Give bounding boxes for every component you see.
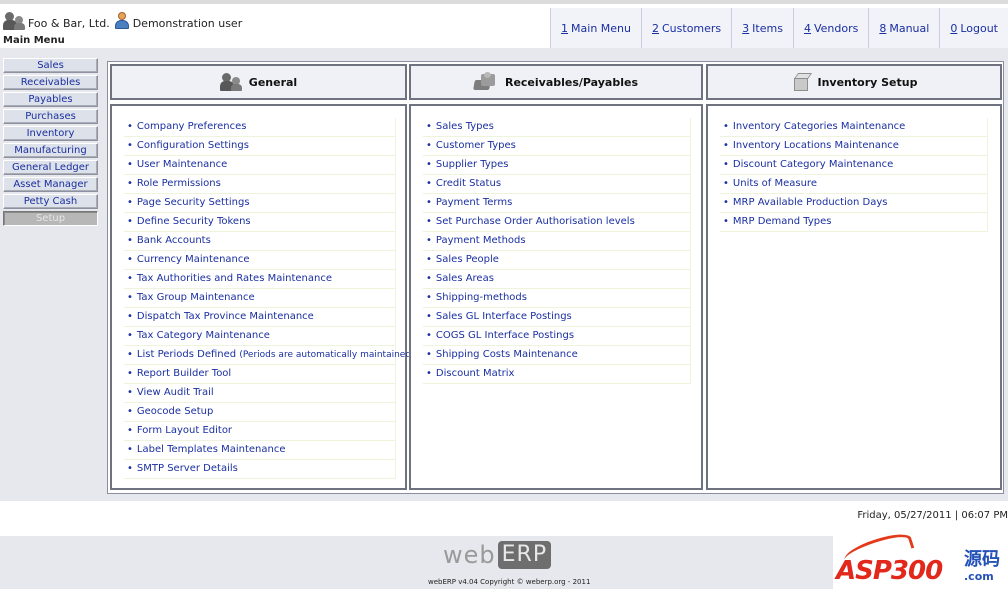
link-mrp-production-days[interactable]: • MRP Available Production Days	[720, 194, 988, 213]
link-units-of-measure[interactable]: • Units of Measure	[720, 175, 988, 194]
weberp-logo[interactable]: web ERP	[443, 540, 565, 570]
section-body-general: • Company Preferences • Configuration Sett…	[110, 104, 415, 490]
link-mrp-demand-types[interactable]: • MRP Demand Types	[720, 213, 988, 232]
link-shipping-costs[interactable]: • Shipping Costs Maintenance	[423, 346, 691, 365]
page-title: Main Menu	[3, 35, 65, 46]
sidebar-item-payables[interactable]: Payables	[3, 92, 98, 107]
link-supplier-types[interactable]: • Supplier Types	[423, 156, 691, 175]
watermark-cn: 源码	[964, 549, 1000, 570]
sidebar-item-setup[interactable]: Setup	[3, 211, 98, 226]
link-list-inventory-setup: • Inventory Categories Maintenance • Inven…	[720, 118, 988, 232]
section-body-receivables-payables: • Sales Types • Customer Types • Supplier T…	[409, 104, 703, 490]
link-view-audit-trail[interactable]: • View Audit Trail	[124, 384, 396, 403]
link-shipping-methods[interactable]: • Shipping-methods	[423, 289, 691, 308]
periods-note: (Periods are automatically maintained)	[239, 350, 415, 360]
link-sales-people[interactable]: • Sales People	[423, 251, 691, 270]
link-discount-matrix[interactable]: • Discount Matrix	[423, 365, 691, 384]
link-po-authorisation-levels[interactable]: • Set Purchase Order Authorisation levels	[423, 213, 691, 232]
header: Foo & Bar, Ltd. Demonstration user Main …	[0, 4, 1008, 48]
link-dispatch-tax-province[interactable]: • Dispatch Tax Province Maintenance	[124, 308, 396, 327]
nav-vendors[interactable]: 4 Vendors	[792, 8, 869, 48]
nav-main-menu[interactable]: 1 Main Menu	[550, 8, 641, 48]
link-tax-authorities[interactable]: • Tax Authorities and Rates Maintenance	[124, 270, 396, 289]
sidebar-item-general-ledger[interactable]: General Ledger	[3, 160, 98, 175]
link-tax-group-maintenance[interactable]: • Tax Group Maintenance	[124, 289, 396, 308]
sidebar-item-manufacturing[interactable]: Manufacturing	[3, 143, 98, 158]
footer-datetime: Friday, 05/27/2011 | 06:07 PM	[857, 510, 1008, 521]
nav-customers[interactable]: 2 Customers	[641, 8, 732, 48]
link-inventory-categories[interactable]: • Inventory Categories Maintenance	[720, 118, 988, 137]
section-title-general: General	[248, 75, 298, 89]
asp300-watermark: ASP300 源码 .com	[833, 528, 1008, 589]
link-page-security-settings[interactable]: • Page Security Settings	[124, 194, 396, 213]
link-currency-maintenance[interactable]: • Currency Maintenance	[124, 251, 396, 270]
link-discount-category[interactable]: • Discount Category Maintenance	[720, 156, 988, 175]
link-role-permissions[interactable]: • Role Permissions	[124, 175, 396, 194]
link-payment-terms[interactable]: • Payment Terms	[423, 194, 691, 213]
user-icon	[114, 12, 129, 30]
link-report-builder-tool[interactable]: • Report Builder Tool	[124, 365, 396, 384]
watermark-text: ASP300	[836, 556, 943, 586]
section-body-inventory-setup: • Inventory Categories Maintenance • Inven…	[706, 104, 1002, 490]
section-header-inventory-setup: Inventory Setup	[706, 64, 1002, 100]
people-icon	[219, 73, 242, 91]
sidebar-item-asset-manager[interactable]: Asset Manager	[3, 177, 98, 192]
section-title-receivables-payables: Receivables/Payables	[504, 75, 639, 89]
link-list-receivables-payables: • Sales Types • Customer Types • Supplier T…	[423, 118, 691, 384]
sidebar-item-sales[interactable]: Sales	[3, 58, 98, 73]
box-icon	[791, 72, 812, 92]
watermark-domain: .com	[964, 570, 994, 583]
sidebar: Sales Receivables Payables Purchases Inv…	[0, 56, 102, 501]
section-title-inventory-setup: Inventory Setup	[817, 75, 918, 89]
section-header-receivables-payables: Receivables/Payables	[409, 64, 703, 100]
sidebar-item-receivables[interactable]: Receivables	[3, 75, 98, 90]
nav-manual[interactable]: 8 Manual	[868, 8, 940, 48]
link-geocode-setup[interactable]: • Geocode Setup	[124, 403, 396, 422]
link-configuration-settings[interactable]: • Configuration Settings	[124, 137, 396, 156]
link-tax-category-maintenance[interactable]: • Tax Category Maintenance	[124, 327, 396, 346]
link-sales-types[interactable]: • Sales Types	[423, 118, 691, 137]
sidebar-item-purchases[interactable]: Purchases	[3, 109, 98, 124]
link-inventory-locations[interactable]: • Inventory Locations Maintenance	[720, 137, 988, 156]
link-form-layout-editor[interactable]: • Form Layout Editor	[124, 422, 396, 441]
link-cogs-gl-postings[interactable]: • COGS GL Interface Postings	[423, 327, 691, 346]
link-credit-status[interactable]: • Credit Status	[423, 175, 691, 194]
footer-copyright: webERP v4.04 Copyright © weberp.org - 20…	[428, 578, 591, 586]
link-bank-accounts[interactable]: • Bank Accounts	[124, 232, 396, 251]
link-list-general: • Company Preferences • Configuration Sett…	[124, 118, 415, 479]
section-header-general: General	[110, 64, 407, 100]
link-user-maintenance[interactable]: • User Maintenance	[124, 156, 396, 175]
link-sales-gl-postings[interactable]: • Sales GL Interface Postings	[423, 308, 691, 327]
user-name: Demonstration user	[132, 17, 243, 30]
company-block: Foo & Bar, Ltd. Demonstration user	[3, 10, 263, 30]
top-nav: 1 Main Menu 2 Customers 3 Items 4 Vendors 8M…	[550, 8, 1008, 48]
sidebar-item-petty-cash[interactable]: Petty Cash	[3, 194, 98, 209]
sidebar-item-inventory[interactable]: Inventory	[3, 126, 98, 141]
link-sales-areas[interactable]: • Sales Areas	[423, 270, 691, 289]
header-separator	[0, 48, 1008, 56]
link-list-periods-defined[interactable]: • List Periods Defined (Periods are autom…	[124, 346, 415, 365]
link-label-templates[interactable]: • Label Templates Maintenance	[124, 441, 396, 460]
nav-items[interactable]: 3 Items	[731, 8, 793, 48]
link-smtp-server-details[interactable]: • SMTP Server Details	[124, 460, 396, 479]
company-name: Foo & Bar, Ltd.	[28, 17, 110, 30]
company-people-icon	[3, 12, 25, 30]
link-payment-methods[interactable]: • Payment Methods	[423, 232, 691, 251]
money-icon	[473, 72, 498, 92]
link-company-preferences[interactable]: • Company Preferences	[124, 118, 396, 137]
link-define-security-tokens[interactable]: • Define Security Tokens	[124, 213, 396, 232]
nav-logout[interactable]: 0 Logout	[939, 8, 1008, 48]
link-customer-types[interactable]: • Customer Types	[423, 137, 691, 156]
